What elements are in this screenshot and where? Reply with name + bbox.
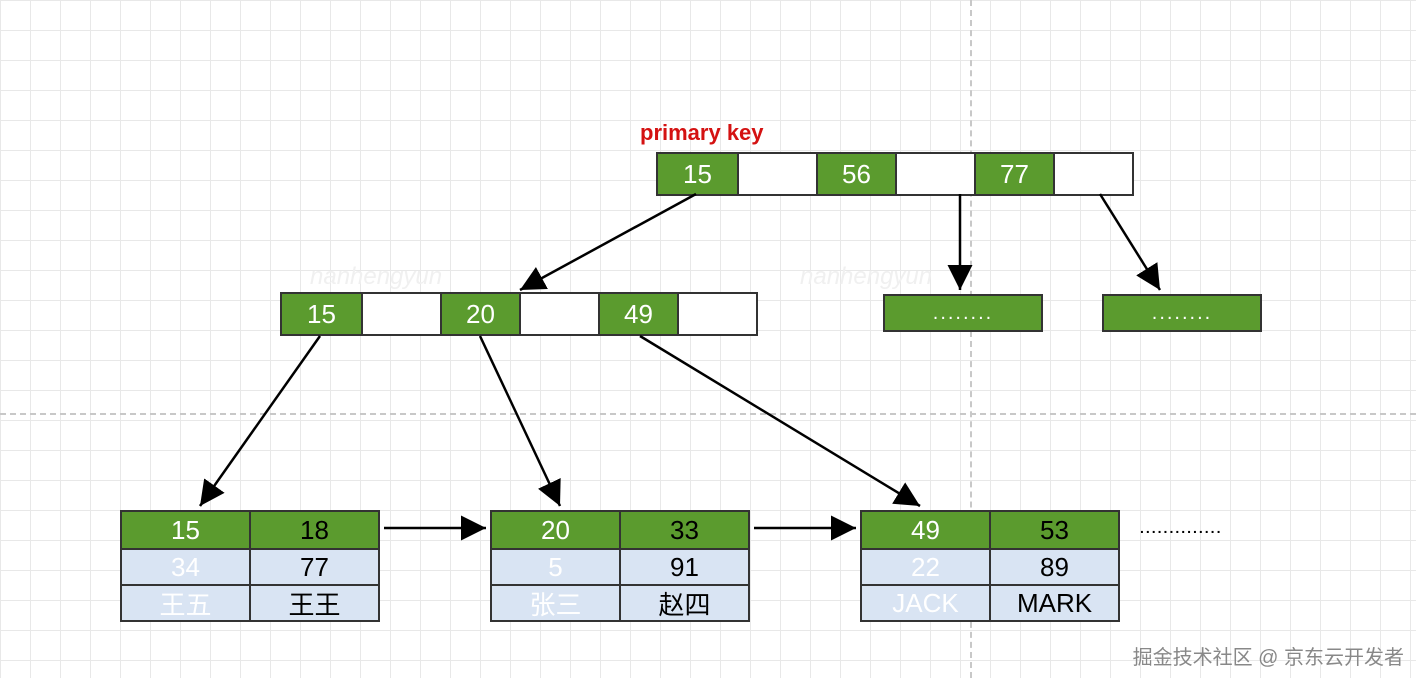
leaf-value: 91 xyxy=(619,550,748,584)
root-cell: 77 xyxy=(974,154,1053,194)
mid-node: 15 20 49 xyxy=(280,292,758,336)
trailing-dots: .............. xyxy=(1140,520,1222,536)
leaf-value: 77 xyxy=(249,550,378,584)
leaf-key: 33 xyxy=(619,512,748,548)
credit-text: 掘金技术社区 @ 京东云开发者 xyxy=(1133,641,1404,670)
mid-cell xyxy=(677,294,756,334)
root-cell: 56 xyxy=(816,154,895,194)
leaf-node: 49 53 22 89 JACK MARK xyxy=(860,510,1120,622)
leaf-value: 王五 xyxy=(122,586,249,620)
root-node: 15 56 77 xyxy=(656,152,1134,196)
leaf-node: 15 18 34 77 王五 王王 xyxy=(120,510,380,622)
leaf-key: 20 xyxy=(492,512,619,548)
leaf-value: 22 xyxy=(862,550,989,584)
mid-cell: 20 xyxy=(440,294,519,334)
leaf-value: 5 xyxy=(492,550,619,584)
leaf-key: 15 xyxy=(122,512,249,548)
midline-horizontal xyxy=(0,413,1416,415)
mid-cell: 49 xyxy=(598,294,677,334)
diagram-title: primary key xyxy=(640,120,764,146)
mid-cell xyxy=(361,294,440,334)
placeholder-node: ........ xyxy=(1102,294,1262,332)
mid-cell xyxy=(519,294,598,334)
leaf-value: 王王 xyxy=(249,586,378,620)
leaf-node: 20 33 5 91 张三 赵四 xyxy=(490,510,750,622)
leaf-key: 18 xyxy=(249,512,378,548)
mid-cell: 15 xyxy=(282,294,361,334)
leaf-value: 赵四 xyxy=(619,586,748,620)
root-cell xyxy=(737,154,816,194)
leaf-value: 34 xyxy=(122,550,249,584)
leaf-key: 49 xyxy=(862,512,989,548)
leaf-value: MARK xyxy=(989,586,1118,620)
root-cell xyxy=(1053,154,1132,194)
leaf-value: 89 xyxy=(989,550,1118,584)
leaf-value: 张三 xyxy=(492,586,619,620)
leaf-value: JACK xyxy=(862,586,989,620)
root-cell xyxy=(895,154,974,194)
leaf-key: 53 xyxy=(989,512,1118,548)
root-cell: 15 xyxy=(658,154,737,194)
placeholder-node: ........ xyxy=(883,294,1043,332)
